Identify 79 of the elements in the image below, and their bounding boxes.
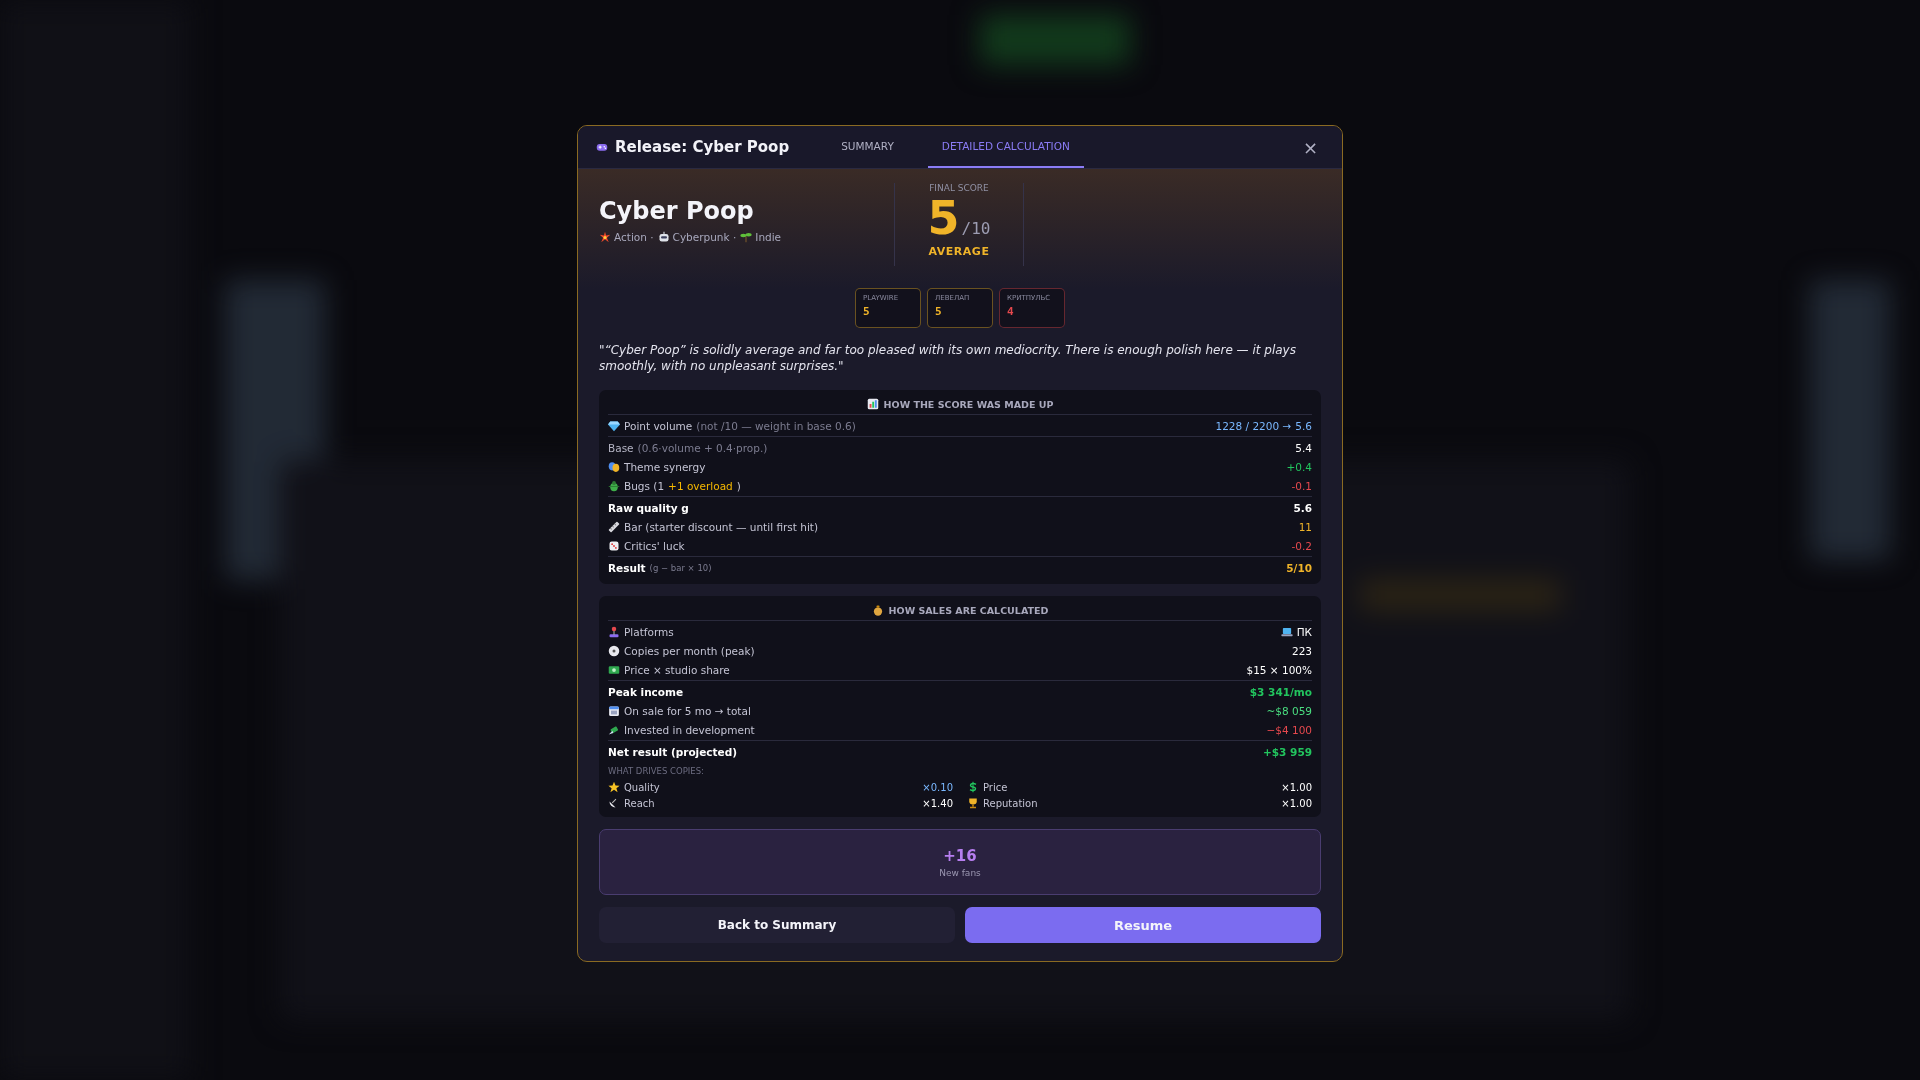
- fans-count: +16: [943, 846, 977, 865]
- gamepad-icon: [596, 141, 608, 153]
- genre-label: Indie: [755, 231, 782, 243]
- critic-score: 5: [863, 305, 871, 318]
- back-button[interactable]: Back to Summary: [599, 907, 955, 944]
- row-label: Peak income: [608, 685, 684, 698]
- row-value: $3 341/mo: [1249, 685, 1312, 698]
- fans-label: New fans: [939, 867, 981, 878]
- row-value: -0.2: [1291, 539, 1312, 552]
- genre-label: Action ·: [614, 231, 654, 243]
- row-value: 5.6: [1293, 501, 1312, 514]
- section-title: HOW SALES ARE CALCULATED: [888, 604, 1049, 616]
- row-value: 5/10: [1286, 561, 1312, 574]
- money-bag-icon: [871, 604, 884, 617]
- row-label: Point volume (not /10 — weight in base 0.6): [608, 419, 856, 432]
- row-label: Result (g − bar × 10): [608, 561, 712, 574]
- critic-score: 4: [1007, 305, 1015, 318]
- row-value: 5.4: [1295, 441, 1312, 454]
- robot-icon: [657, 231, 670, 243]
- burst-icon: [599, 231, 611, 243]
- row-label: Critics' luck: [608, 539, 685, 552]
- driver-value: ×1.00: [1281, 781, 1312, 793]
- critic-score: 5: [935, 305, 943, 318]
- resume-button[interactable]: Resume: [965, 907, 1321, 944]
- score-max: /10: [961, 219, 991, 238]
- section-title: HOW THE SCORE WAS MADE UP: [883, 398, 1054, 410]
- driver-label: Quality: [608, 781, 660, 794]
- row-value: -0.1: [1291, 479, 1312, 492]
- star-icon: [608, 781, 620, 794]
- row-label: Theme synergy: [608, 460, 706, 473]
- sprout-icon: [740, 231, 753, 243]
- row-label: Platforms: [608, 625, 674, 638]
- row-label: On sale for 5 mo → total: [608, 704, 751, 717]
- review-quote: "“Cyber Poop” is solidly average and far too pleased with its own mediocrity. There is enough polish here — it plays smoothly, with no unpleasant surprises.": [599, 342, 1297, 375]
- dice-icon: [608, 539, 620, 552]
- row-value: +0.4: [1286, 460, 1312, 473]
- driver-label: Price: [967, 781, 1008, 794]
- driver-label: Reputation: [967, 797, 1038, 810]
- trophy-icon: [967, 797, 979, 810]
- row-value: +$3 959: [1263, 745, 1312, 758]
- score-label: FINAL SCORE: [929, 183, 989, 193]
- cash-icon: [608, 663, 620, 676]
- driver-label: Reach: [608, 797, 655, 810]
- driver-value: ×1.40: [922, 797, 953, 809]
- driver-value: ×0.10: [922, 781, 953, 793]
- row-label: Copies per month (peak): [608, 644, 755, 657]
- row-value: 11: [1298, 520, 1312, 533]
- row-value: $15 × 100%: [1246, 663, 1312, 676]
- row-label: Bugs (1 +1 overload ): [608, 479, 741, 492]
- game-title: Cyber Poop: [599, 197, 755, 225]
- final-score: 5: [927, 195, 960, 241]
- row-value: ~$8 059: [1266, 704, 1312, 717]
- row-label: Bar (starter discount — until first hit): [608, 520, 819, 533]
- row-label: Base (0.6·volume + 0.4·prop.): [608, 441, 768, 454]
- dialog-title: Release: Cyber Poop: [615, 138, 790, 156]
- row-label: Invested in development: [608, 723, 755, 736]
- row-value: 1228 / 2200 → 5.6: [1215, 419, 1312, 432]
- laptop-icon: [1280, 625, 1293, 638]
- score-verdict: AVERAGE: [928, 245, 990, 258]
- ruler-icon: [608, 520, 620, 533]
- diamond-icon: [608, 419, 620, 432]
- row-label: Net result (projected): [608, 745, 737, 758]
- bug-icon: [608, 479, 620, 492]
- masks-icon: [608, 460, 620, 473]
- calendar-icon: [608, 704, 620, 717]
- disc-icon: [608, 644, 620, 657]
- close-button[interactable]: ×: [1296, 126, 1324, 168]
- row-value: −$4 100: [1266, 723, 1312, 736]
- row-value: ПК: [1280, 625, 1312, 638]
- row-label: Raw quality g: [608, 501, 689, 514]
- tab[interactable]: SUMMARY: [827, 126, 908, 168]
- genre-label: Cyberpunk ·: [672, 231, 737, 243]
- chart-icon: [866, 398, 879, 411]
- row-label: Price × studio share: [608, 663, 730, 676]
- row-value: 223: [1291, 644, 1312, 657]
- drivers-label: WHAT DRIVES COPIES:: [608, 766, 705, 777]
- dollar-icon: [967, 781, 979, 794]
- driver-value: ×1.00: [1281, 797, 1312, 809]
- joystick-icon: [608, 625, 620, 638]
